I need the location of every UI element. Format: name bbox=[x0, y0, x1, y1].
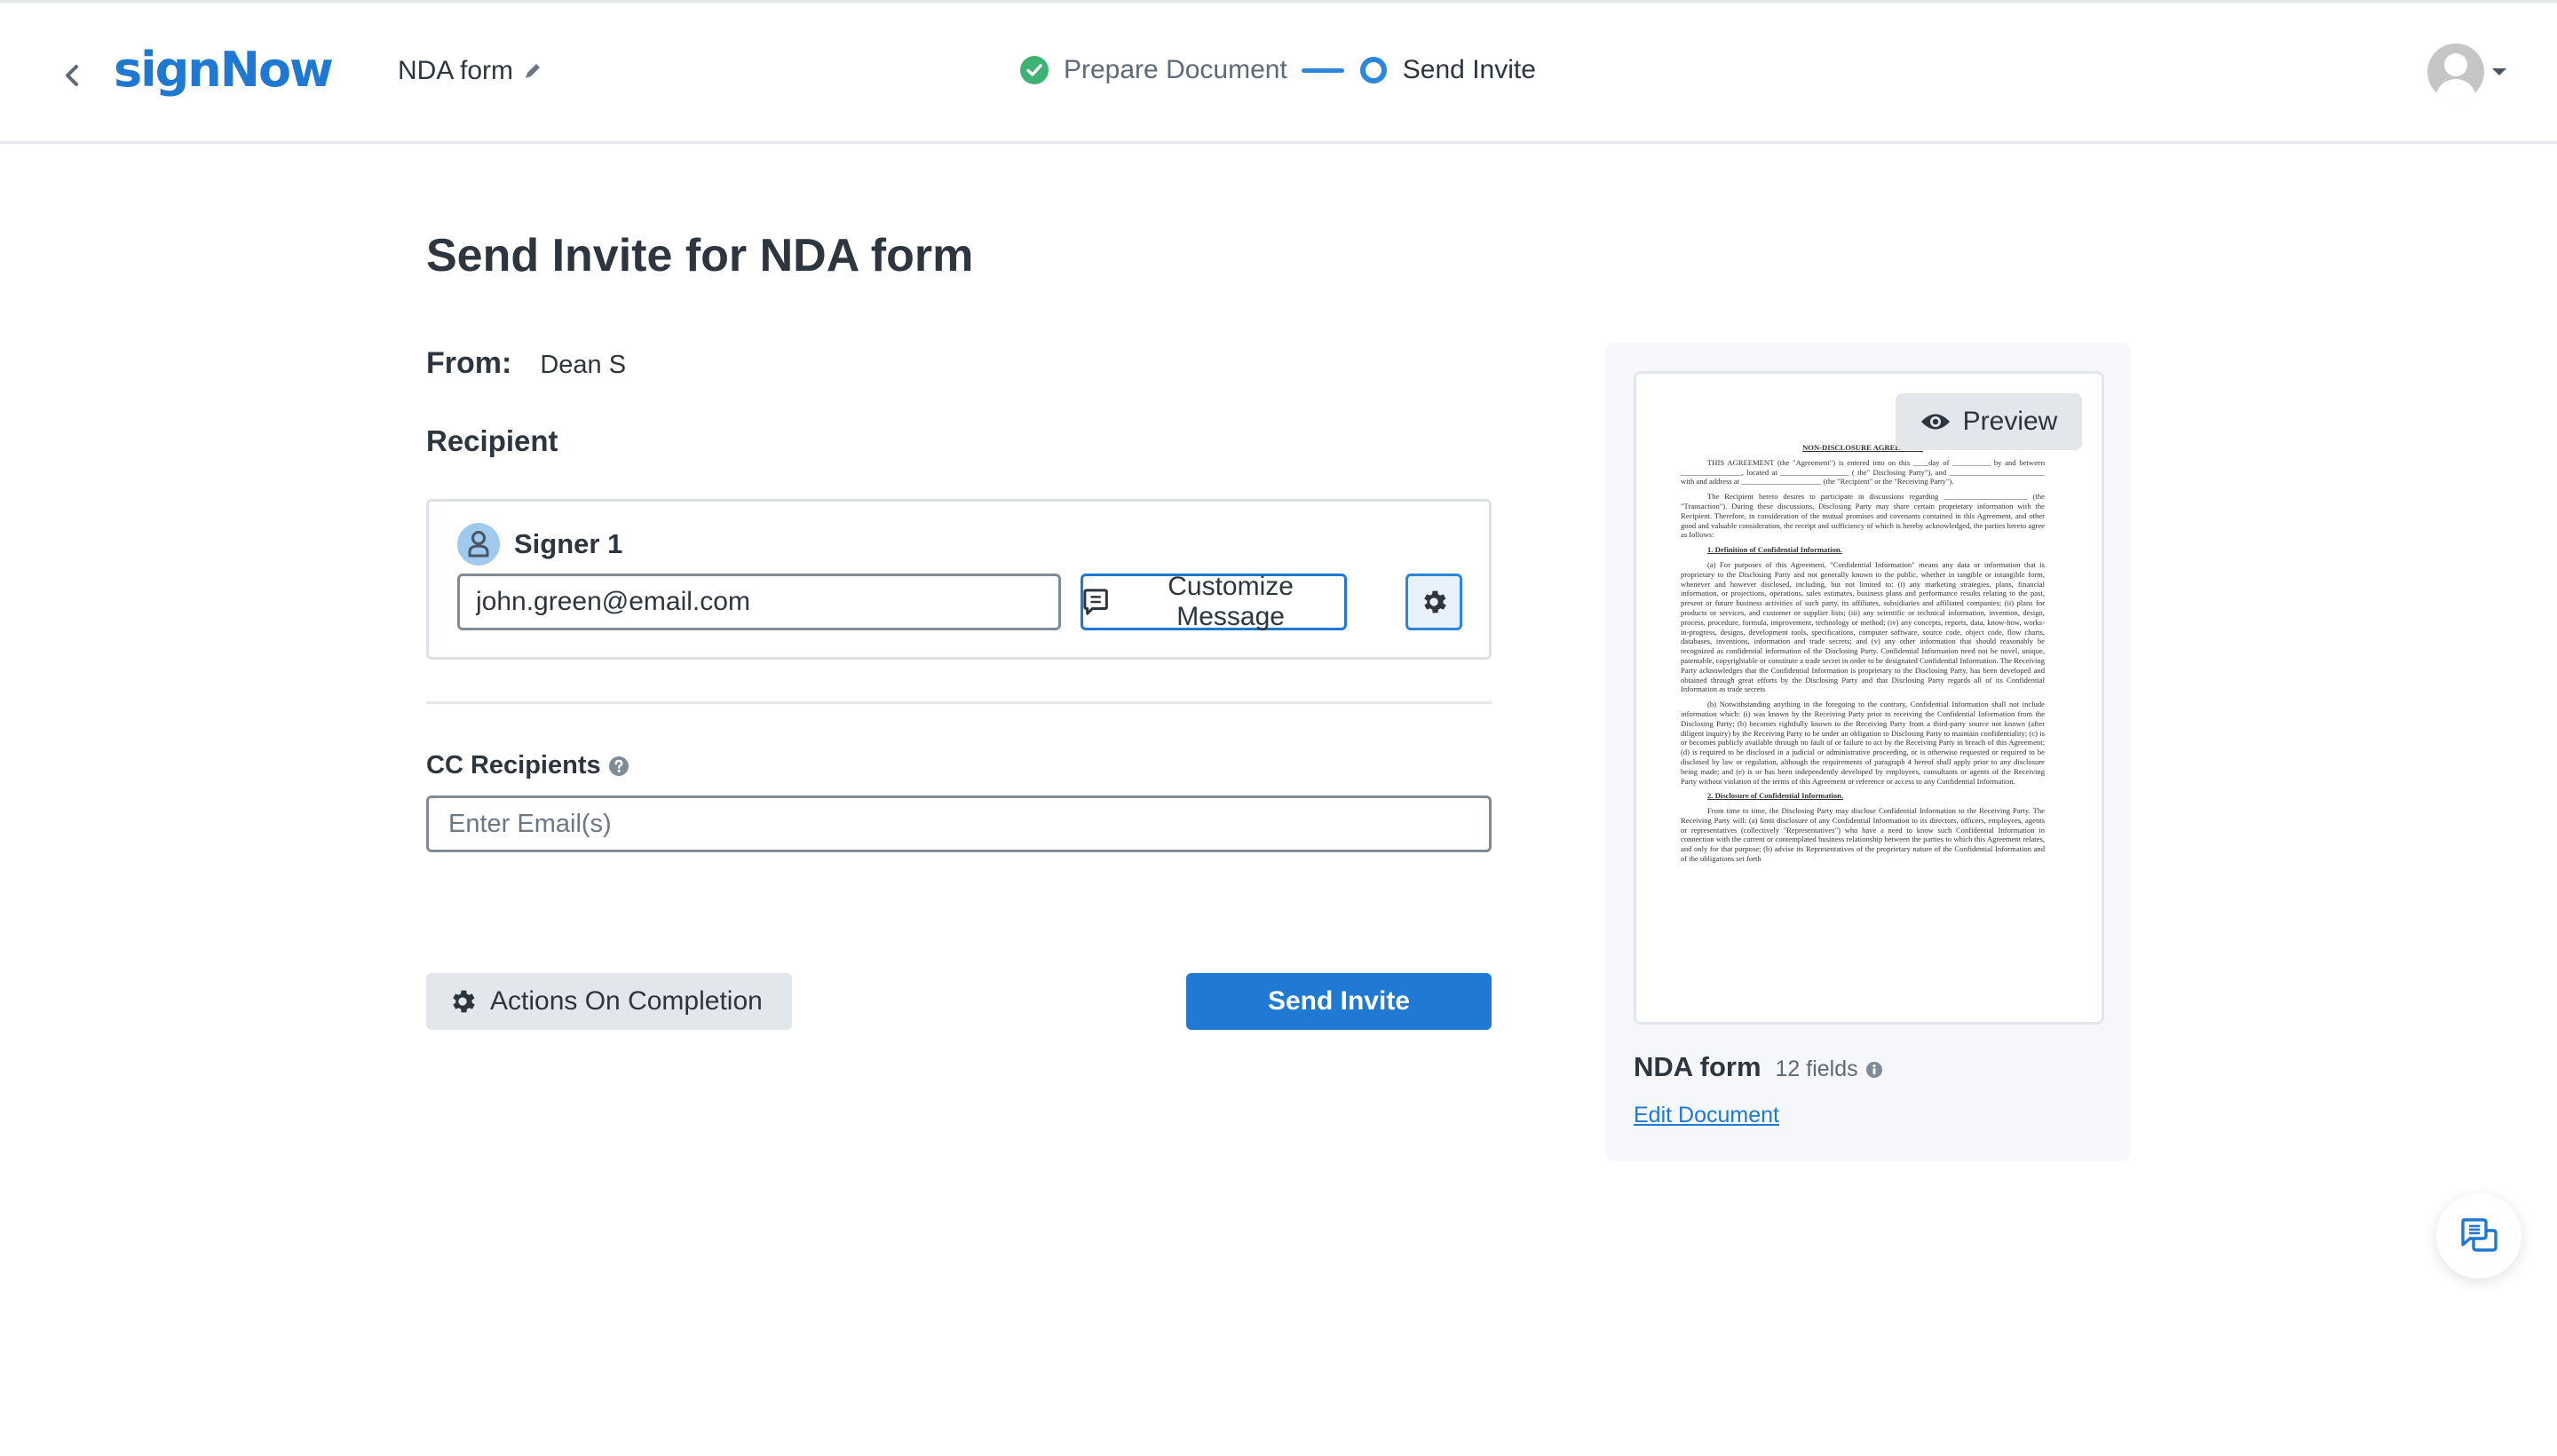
doc-section-heading: 1. Definition of Confidential Informatio… bbox=[1707, 545, 1842, 555]
signer-name: Signer 1 bbox=[514, 528, 623, 559]
caret-down-icon bbox=[2492, 68, 2506, 75]
support-chat-button[interactable] bbox=[2436, 1193, 2521, 1278]
actions-label: Actions On Completion bbox=[490, 986, 763, 1016]
document-name-editor[interactable]: NDA form bbox=[398, 56, 543, 86]
eye-icon bbox=[1920, 414, 1950, 430]
active-step-circle-icon bbox=[1359, 57, 1387, 83]
fields-count-text: 12 fields bbox=[1775, 1056, 1858, 1081]
progress-stepper: Prepare Document Send Invite bbox=[1019, 55, 1536, 85]
signer-settings-button[interactable] bbox=[1405, 574, 1462, 630]
doc-paragraph: The Recipient hereto desires to particip… bbox=[1681, 492, 2045, 540]
document-thumbnail[interactable]: NON-DISCLOSURE AGREEMENT THIS AGREEMENT … bbox=[1634, 371, 2104, 1025]
signer-header: Signer 1 bbox=[457, 523, 622, 566]
customize-message-button[interactable]: Customize Message bbox=[1081, 572, 1347, 631]
gear-icon bbox=[1424, 590, 1446, 613]
top-bar: signNow NDA form Prepare Document Send I… bbox=[0, 0, 2557, 144]
cc-recipients-label: CC Recipients bbox=[426, 751, 629, 780]
chevron-left-icon bbox=[66, 65, 78, 86]
doc-paragraph: From time to time, the Disclosing Party … bbox=[1681, 806, 2045, 864]
step-connector bbox=[1301, 67, 1344, 73]
user-avatar-icon bbox=[2427, 44, 2484, 100]
send-invite-button[interactable]: Send Invite bbox=[1186, 973, 1492, 1030]
signer-avatar bbox=[457, 523, 500, 566]
cc-email-input[interactable] bbox=[426, 795, 1492, 852]
fields-count: 12 fields bbox=[1776, 1056, 1883, 1082]
customize-message-label: Customize Message bbox=[1168, 572, 1294, 631]
document-name: NDA form bbox=[398, 56, 514, 85]
pencil-icon bbox=[526, 64, 541, 78]
signer-email-input[interactable] bbox=[457, 574, 1061, 630]
actions-on-completion-button[interactable]: Actions On Completion bbox=[426, 973, 792, 1030]
section-divider bbox=[426, 701, 1492, 704]
doc-paragraph: (b) Notwithstanding anything in the fore… bbox=[1681, 700, 2045, 786]
document-panel: NON-DISCLOSURE AGREEMENT THIS AGREEMENT … bbox=[1605, 343, 2131, 1161]
step-label: Send Invite bbox=[1402, 55, 1536, 84]
edit-document-link[interactable]: Edit Document bbox=[1634, 1103, 1779, 1128]
check-circle-icon bbox=[1020, 56, 1049, 84]
signnow-logo[interactable]: signNow bbox=[114, 42, 334, 98]
preview-label: Preview bbox=[1962, 407, 2058, 436]
info-icon[interactable] bbox=[1865, 1061, 1883, 1079]
step-prepare-document[interactable]: Prepare Document bbox=[1019, 55, 1287, 85]
document-page-preview: NON-DISCLOSURE AGREEMENT THIS AGREEMENT … bbox=[1681, 443, 2045, 869]
help-icon[interactable] bbox=[608, 756, 629, 777]
person-icon bbox=[468, 531, 489, 558]
step-send-invite[interactable]: Send Invite bbox=[1358, 55, 1536, 85]
page-title: Send Invite for NDA form bbox=[426, 230, 974, 281]
step-label: Prepare Document bbox=[1064, 55, 1287, 84]
doc-section-heading: 2. Disclosure of Confidential Informatio… bbox=[1707, 791, 1844, 801]
message-icon bbox=[1083, 589, 1108, 615]
document-info: NDA form 12 fields bbox=[1634, 1051, 1883, 1083]
doc-paragraph: (a) For purposes of this Agreement, "Con… bbox=[1681, 559, 2045, 694]
sender-name: Dean S bbox=[540, 351, 627, 379]
sender-row: From: Dean S bbox=[426, 346, 626, 381]
cc-label-text: CC Recipients bbox=[426, 751, 601, 779]
preview-button[interactable]: Preview bbox=[1896, 393, 2082, 450]
back-button[interactable] bbox=[57, 58, 87, 93]
from-label: From: bbox=[426, 346, 512, 380]
document-name: NDA form bbox=[1634, 1051, 1761, 1082]
gear-icon bbox=[453, 990, 475, 1013]
chat-bubbles-icon bbox=[2461, 1218, 2498, 1252]
doc-paragraph: THIS AGREEMENT (the "Agreement") is ente… bbox=[1681, 457, 2045, 487]
signer-card: Signer 1 Customize Message bbox=[426, 499, 1492, 660]
recipient-heading: Recipient bbox=[426, 424, 558, 457]
account-menu[interactable] bbox=[2427, 44, 2507, 100]
